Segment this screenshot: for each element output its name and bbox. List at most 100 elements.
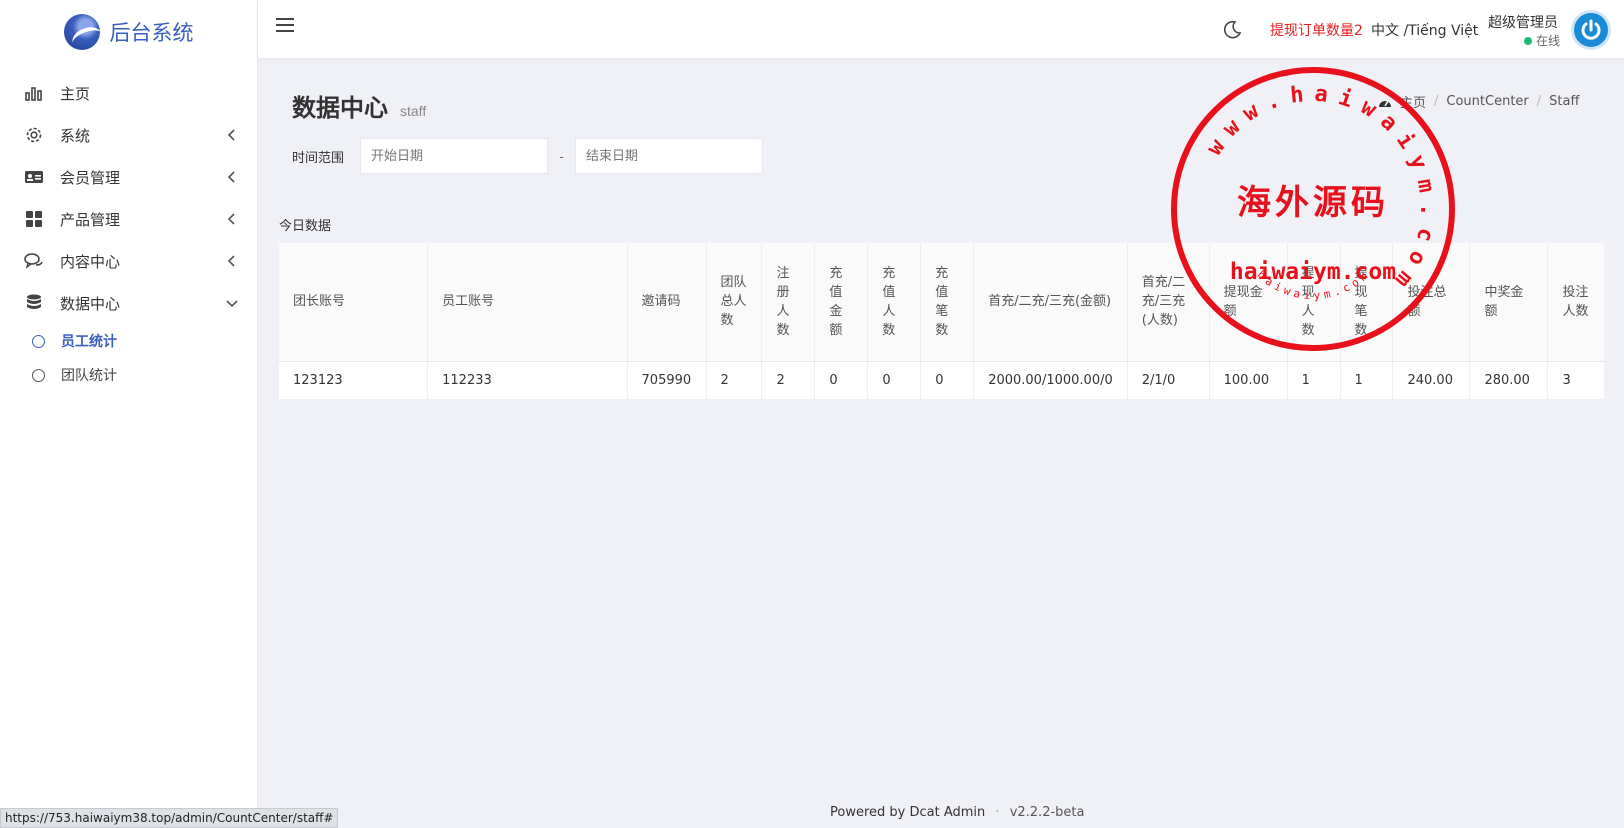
sidebar-item-label: 产品管理 bbox=[60, 210, 121, 229]
range-separator: - bbox=[559, 148, 564, 164]
user-status: 在线 bbox=[1524, 32, 1560, 49]
breadcrumb-countcenter[interactable]: CountCenter bbox=[1446, 94, 1528, 109]
column-header[interactable]: 首充/二充/三充(金额) bbox=[973, 243, 1128, 362]
column-header[interactable]: 充值金额 bbox=[814, 243, 869, 362]
table-cell: 240.00 bbox=[1392, 361, 1471, 399]
sidebar-item-label: 内容中心 bbox=[60, 252, 121, 271]
table-header-row: 团长账号 员工账号 邀请码 团队总人数 注册人数 充值金额 充值人数 充值笔数 … bbox=[279, 243, 1604, 362]
column-header[interactable]: 员工账号 bbox=[427, 243, 628, 362]
status-bar-url: https://753.haiwaiym38.top/admin/CountCe… bbox=[0, 808, 339, 828]
column-header[interactable]: 提现人数 bbox=[1287, 243, 1341, 362]
moon-icon[interactable] bbox=[1222, 20, 1242, 40]
sidebar-subitem-label: 员工统计 bbox=[61, 334, 117, 350]
sidebar-subitem-staff-stats[interactable]: 员工统计 bbox=[0, 324, 257, 358]
date-range-filter: 时间范围 - bbox=[292, 138, 764, 174]
breadcrumb-home[interactable]: 主页 bbox=[1400, 92, 1426, 111]
sidebar-item-content[interactable]: 内容中心 bbox=[0, 240, 257, 282]
chevron-left-icon bbox=[227, 255, 235, 267]
footer: Powered by Dcat Admin · v2.2.2-beta bbox=[830, 805, 1084, 820]
breadcrumb-current: Staff bbox=[1549, 94, 1580, 109]
sidebar-subitem-team-stats[interactable]: 团队统计 bbox=[0, 358, 257, 392]
footer-version: v2.2.2-beta bbox=[1009, 805, 1085, 820]
table-cell: 1 bbox=[1287, 361, 1341, 399]
table-row: 123123 112233 705990 2 2 0 0 0 2000.00/1… bbox=[279, 361, 1604, 399]
bar-chart-icon bbox=[24, 83, 44, 103]
footer-powered[interactable]: Powered by Dcat Admin bbox=[830, 805, 985, 820]
topbar: 提现订单数量2 中文 /Tiếng Việt 超级管理员 在线 bbox=[258, 0, 1624, 58]
sidebar-item-data-center[interactable]: 数据中心 bbox=[0, 282, 257, 324]
table-cell: 0 bbox=[867, 361, 922, 399]
sidebar-subitem-label: 团队统计 bbox=[61, 368, 117, 384]
section-title: 今日数据 bbox=[279, 219, 332, 234]
grid-icon bbox=[24, 209, 44, 229]
power-icon bbox=[1581, 19, 1601, 40]
footer-dot: · bbox=[995, 805, 1000, 820]
column-header[interactable]: 中奖金额 bbox=[1469, 243, 1549, 362]
table-cell: 0 bbox=[920, 361, 975, 399]
circle-icon bbox=[32, 368, 45, 382]
table-cell: 112233 bbox=[427, 361, 628, 399]
column-header[interactable]: 团队总人数 bbox=[706, 243, 763, 362]
breadcrumb: 主页 / CountCenter / Staff bbox=[1378, 92, 1579, 111]
sidebar-item-label: 会员管理 bbox=[60, 168, 121, 187]
sidebar-item-home[interactable]: 主页 bbox=[0, 72, 257, 114]
table-cell: 123123 bbox=[279, 361, 429, 399]
column-header[interactable]: 注册人数 bbox=[761, 243, 816, 362]
table-cell: 2/1/0 bbox=[1127, 361, 1210, 399]
database-icon bbox=[24, 293, 44, 313]
column-header[interactable]: 投注总额 bbox=[1392, 243, 1471, 362]
stats-table: 团长账号 员工账号 邀请码 团队总人数 注册人数 充值金额 充值人数 充值笔数 … bbox=[279, 243, 1604, 399]
column-header[interactable]: 充值人数 bbox=[867, 243, 922, 362]
table-cell: 3 bbox=[1562, 372, 1571, 388]
data-center-submenu: 员工统计 团队统计 bbox=[0, 324, 257, 392]
menu-toggle-icon[interactable] bbox=[276, 18, 294, 34]
table-cell: 0 bbox=[814, 361, 869, 399]
avatar[interactable] bbox=[1571, 10, 1611, 50]
sidebar-item-label: 主页 bbox=[60, 84, 91, 103]
brand[interactable]: 后台系统 bbox=[0, 0, 257, 64]
end-date-input[interactable] bbox=[575, 138, 764, 174]
id-card-icon bbox=[24, 167, 44, 187]
table-cell: 280.00 bbox=[1469, 361, 1549, 399]
column-header[interactable]: 首充/二充/三充(人数) bbox=[1127, 243, 1210, 362]
chevron-down-icon bbox=[226, 300, 238, 308]
page-title: 数据中心 bbox=[292, 94, 388, 122]
chevron-left-icon bbox=[227, 213, 235, 225]
sidebar-menu: 主页 系统 会员管理 产品管理 内容中心 数据中心 bbox=[0, 72, 257, 324]
language-switch[interactable]: 中文 /Tiếng Việt bbox=[1371, 20, 1478, 40]
column-header[interactable]: 投注人数 bbox=[1547, 243, 1604, 362]
filter-label: 时间范围 bbox=[292, 150, 345, 166]
chevron-left-icon bbox=[227, 129, 235, 141]
table-cell: 705990 bbox=[627, 361, 707, 399]
online-dot-icon bbox=[1524, 36, 1532, 45]
user-name[interactable]: 超级管理员 bbox=[1488, 12, 1558, 32]
sidebar: 后台系统 主页 系统 会员管理 产品管理 内容中心 数据中心 员工统计 团队统计 bbox=[0, 0, 258, 828]
dashboard-icon bbox=[1379, 100, 1391, 107]
table-cell: 100.00 bbox=[1209, 361, 1288, 399]
table-cell: 2 bbox=[706, 361, 763, 399]
user-status-text: 在线 bbox=[1536, 34, 1561, 48]
chevron-left-icon bbox=[227, 171, 235, 183]
sidebar-item-label: 数据中心 bbox=[60, 294, 121, 313]
page-subtitle: staff bbox=[400, 103, 427, 119]
sidebar-item-members[interactable]: 会员管理 bbox=[0, 156, 257, 198]
start-date-input[interactable] bbox=[360, 138, 549, 174]
sidebar-item-products[interactable]: 产品管理 bbox=[0, 198, 257, 240]
table-cell: 2 bbox=[761, 361, 816, 399]
gear-icon bbox=[24, 125, 44, 145]
circle-icon bbox=[32, 334, 45, 348]
column-header[interactable]: 充值笔数 bbox=[920, 243, 975, 362]
brand-title: 后台系统 bbox=[109, 21, 194, 45]
column-header[interactable]: 提现金额 bbox=[1209, 243, 1288, 362]
column-header[interactable]: 邀请码 bbox=[627, 243, 707, 362]
column-header[interactable]: 提现笔数 bbox=[1340, 243, 1394, 362]
sidebar-item-system[interactable]: 系统 bbox=[0, 114, 257, 156]
table-cell: 1 bbox=[1340, 361, 1394, 399]
watermark-center-text: 海外源码 bbox=[1237, 183, 1389, 223]
sidebar-item-label: 系统 bbox=[60, 126, 91, 145]
brand-logo-icon bbox=[63, 14, 100, 50]
column-header[interactable]: 团长账号 bbox=[279, 243, 429, 362]
table-cell: 2000.00/1000.00/0 bbox=[973, 361, 1128, 399]
withdraw-orders-link[interactable]: 提现订单数量2 bbox=[1270, 20, 1363, 40]
page-header: 数据中心 staff bbox=[292, 88, 426, 123]
